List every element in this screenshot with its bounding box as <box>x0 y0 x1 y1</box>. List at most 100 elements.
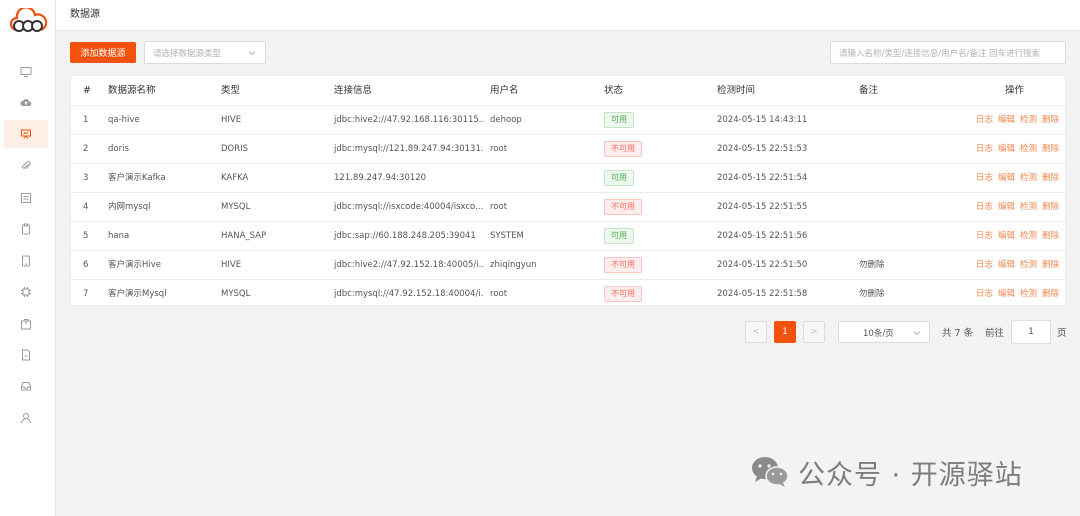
cell-index: 5 <box>83 231 89 241</box>
cell-index: 6 <box>83 260 89 270</box>
cell-check-time: 2024-05-15 22:51:53 <box>717 144 808 154</box>
log-link[interactable]: 日志 <box>976 144 993 154</box>
table-row: 2 doris DORIS jdbc:mysql://121.89.247.94:30… <box>71 134 1067 163</box>
cell-username <box>490 164 600 192</box>
cell-check-time: 2024-05-15 22:51:56 <box>717 231 808 241</box>
cell-connection: jdbc:sap://60.188.248.205:39041 <box>334 231 476 241</box>
sidebar-item-device[interactable] <box>4 247 48 275</box>
cell-note <box>859 164 959 192</box>
edit-link[interactable]: 编辑 <box>998 231 1015 241</box>
sidebar-item-datasource[interactable] <box>4 120 48 148</box>
cell-type: MYSQL <box>221 289 251 299</box>
sidebar-item-user[interactable] <box>4 404 48 432</box>
row-actions: 日志 编辑 检测 删除 <box>971 222 1059 250</box>
datasource-type-select[interactable]: 请选择数据源类型 <box>144 41 266 64</box>
column-header-type: 类型 <box>221 85 241 96</box>
cell-index: 1 <box>83 115 89 125</box>
cell-username: root <box>490 202 508 212</box>
sidebar-item-schedule[interactable] <box>4 184 48 212</box>
column-header-note: 备注 <box>859 85 879 96</box>
cell-username: root <box>490 144 508 154</box>
cell-note: 勿删除 <box>859 289 885 299</box>
column-header-conn: 连接信息 <box>334 85 373 96</box>
watermark: 公众号 · 开源驿站 <box>750 452 1023 492</box>
cell-username: root <box>490 289 508 299</box>
monitor-icon <box>20 67 32 77</box>
add-datasource-button[interactable]: 添加数据源 <box>70 42 136 63</box>
check-link[interactable]: 检测 <box>1020 173 1037 183</box>
total-count: 共 7 条 <box>942 328 974 339</box>
delete-link[interactable]: 删除 <box>1042 115 1059 125</box>
log-link[interactable]: 日志 <box>976 115 993 125</box>
cell-connection: jdbc:mysql://isxcode:40004/isxco... <box>334 202 484 212</box>
page-size-value: 10条/页 <box>863 329 894 339</box>
cell-username: dehoop <box>490 115 522 125</box>
status-badge: 不可用 <box>604 199 642 215</box>
cell-index: 4 <box>83 202 89 212</box>
search-placeholder: 请输入名称/类型/连接信息/用户名/备注 回车进行搜索 <box>839 49 1041 59</box>
cell-type: KAFKA <box>221 173 249 183</box>
delete-link[interactable]: 删除 <box>1042 260 1059 270</box>
cell-check-time: 2024-05-15 14:43:11 <box>717 115 808 125</box>
sidebar-item-package[interactable] <box>4 310 48 338</box>
check-link[interactable]: 检测 <box>1020 115 1037 125</box>
edit-link[interactable]: 编辑 <box>998 115 1015 125</box>
next-page-button[interactable]: > <box>803 321 825 343</box>
cell-connection: jdbc:hive2://47.92.152.18:40005/i... <box>334 260 484 270</box>
delete-link[interactable]: 删除 <box>1042 173 1059 183</box>
edit-link[interactable]: 编辑 <box>998 289 1015 299</box>
log-link[interactable]: 日志 <box>976 173 993 183</box>
type-select-placeholder: 请选择数据源类型 <box>153 49 222 59</box>
clipboard-icon <box>22 223 30 235</box>
page-1-button[interactable]: 1 <box>774 321 796 343</box>
table-row: 3 客户演示Kafka KAFKA 121.89.247.94:30120 2024-0… <box>71 163 1067 192</box>
check-link[interactable]: 检测 <box>1020 202 1037 212</box>
cell-note: 勿删除 <box>859 260 885 270</box>
cell-name: 客户演示Kafka <box>108 173 166 183</box>
cell-name: hana <box>108 231 130 241</box>
log-link[interactable]: 日志 <box>976 231 993 241</box>
cell-connection: 121.89.247.94:30120 <box>334 173 427 183</box>
row-actions: 日志 编辑 检测 删除 <box>971 251 1059 279</box>
top-bar: 数据源 <box>56 0 1080 31</box>
goto-page-input[interactable]: 1 <box>1011 320 1051 344</box>
log-link[interactable]: 日志 <box>976 289 993 299</box>
search-input[interactable]: 请输入名称/类型/连接信息/用户名/备注 回车进行搜索 <box>830 41 1066 64</box>
check-link[interactable]: 检测 <box>1020 260 1037 270</box>
log-link[interactable]: 日志 <box>976 202 993 212</box>
prev-page-button[interactable]: < <box>745 321 767 343</box>
check-link[interactable]: 检测 <box>1020 231 1037 241</box>
status-badge: 不可用 <box>604 141 642 157</box>
delete-link[interactable]: 删除 <box>1042 144 1059 154</box>
sidebar-item-inbox[interactable] <box>4 372 48 400</box>
delete-link[interactable]: 删除 <box>1042 289 1059 299</box>
cell-index: 2 <box>83 144 89 154</box>
sidebar-item-compute[interactable] <box>4 278 48 306</box>
edit-link[interactable]: 编辑 <box>998 202 1015 212</box>
row-actions: 日志 编辑 检测 删除 <box>971 280 1059 308</box>
status-badge: 可用 <box>604 112 634 128</box>
sidebar-item-cloud[interactable] <box>4 89 48 117</box>
cell-type: DORIS <box>221 144 249 154</box>
edit-link[interactable]: 编辑 <box>998 173 1015 183</box>
log-link[interactable]: 日志 <box>976 260 993 270</box>
edit-link[interactable]: 编辑 <box>998 144 1015 154</box>
document-icon <box>22 349 30 361</box>
cell-connection: jdbc:hive2://47.92.168.116:30115... <box>334 115 484 125</box>
cell-note <box>859 193 959 221</box>
page-size-select[interactable]: 10条/页 <box>838 321 930 343</box>
watermark-text: 公众号 · 开源驿站 <box>798 459 1023 491</box>
check-link[interactable]: 检测 <box>1020 144 1037 154</box>
edit-link[interactable]: 编辑 <box>998 260 1015 270</box>
delete-link[interactable]: 删除 <box>1042 202 1059 212</box>
sidebar-item-document[interactable] <box>4 341 48 369</box>
check-link[interactable]: 检测 <box>1020 289 1037 299</box>
paperclip-icon <box>21 161 31 170</box>
sidebar-item-monitor[interactable] <box>4 58 48 86</box>
status-badge: 不可用 <box>604 257 642 273</box>
sidebar-item-clipboard[interactable] <box>4 215 48 243</box>
delete-link[interactable]: 删除 <box>1042 231 1059 241</box>
sidebar-item-attachment[interactable] <box>4 152 48 180</box>
user-icon <box>21 413 31 424</box>
row-actions: 日志 编辑 检测 删除 <box>971 193 1059 221</box>
